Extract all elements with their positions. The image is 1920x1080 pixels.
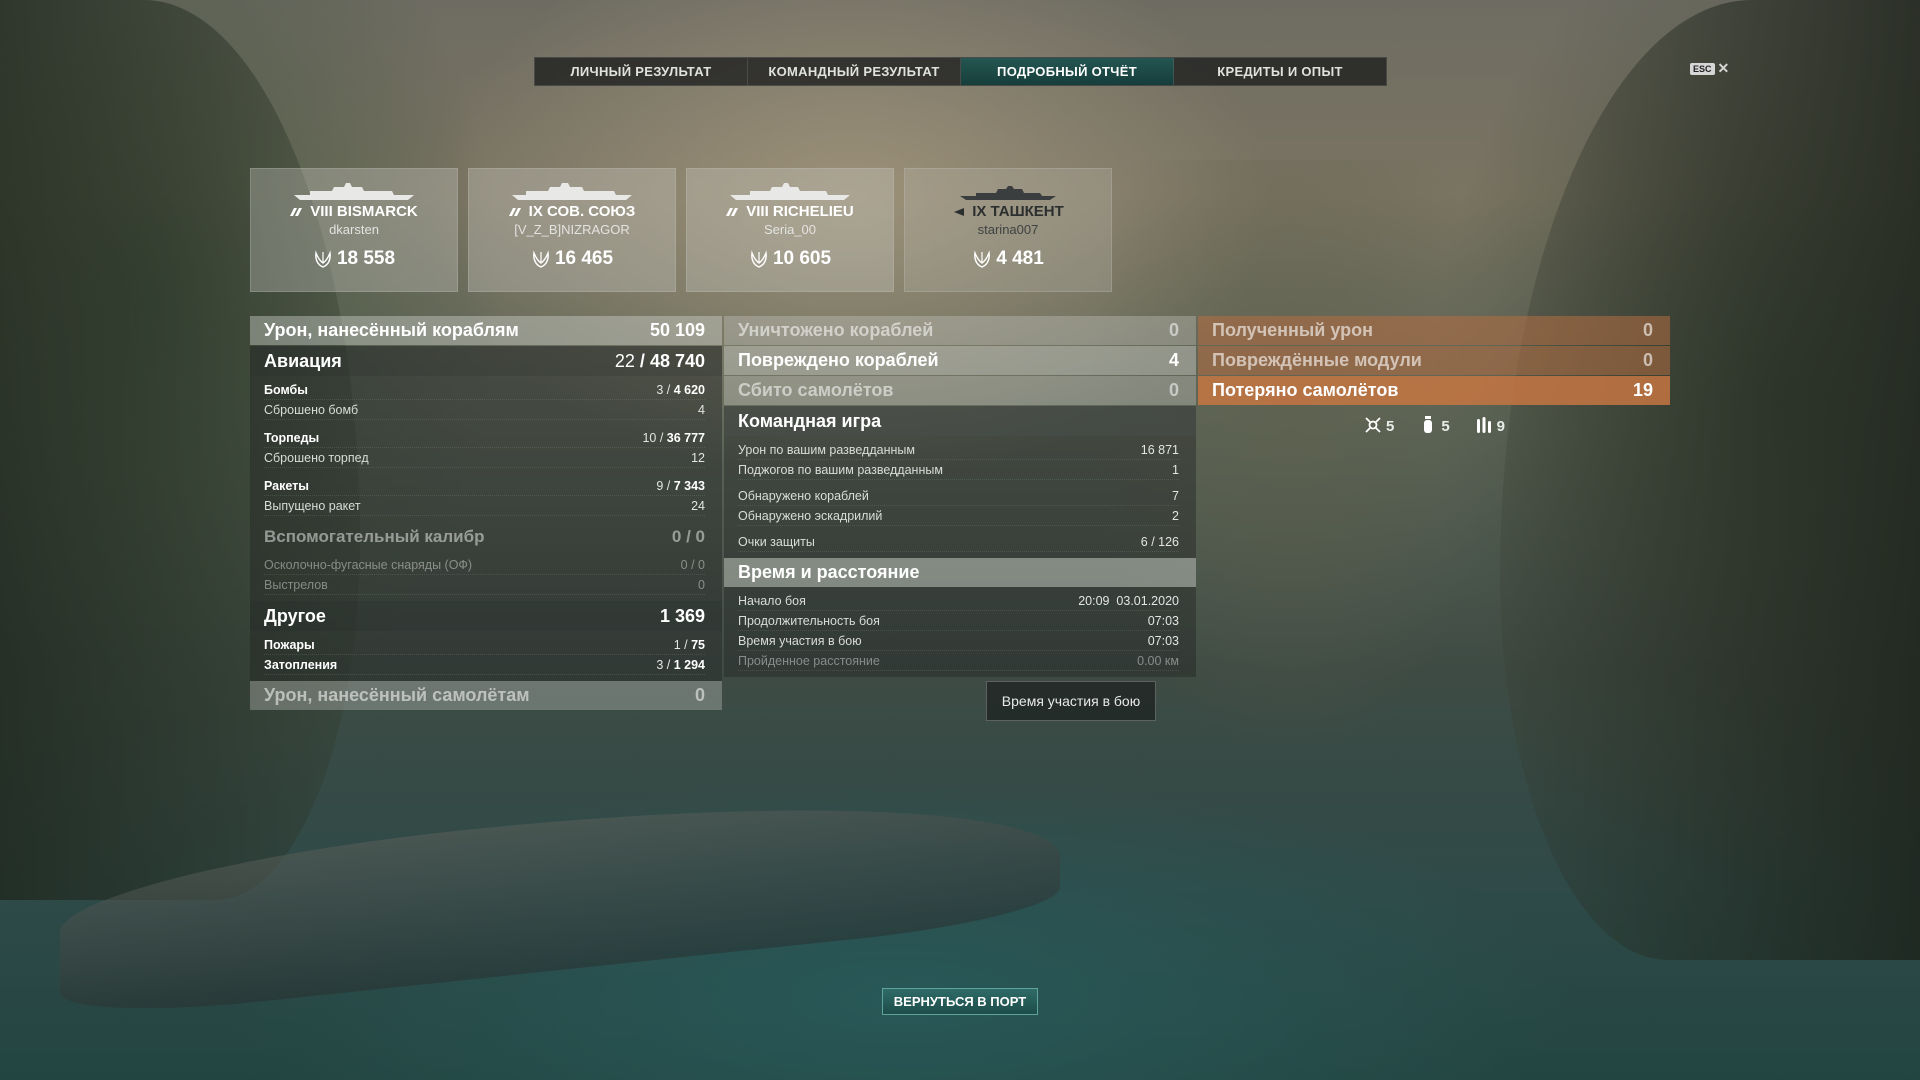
planes-shot-down-header: Сбито самолётов 0 [724,376,1196,405]
ship-score: 4 481 [996,248,1044,269]
time-distance-details: Начало боя 20:09 03.01.2020 Продолжительн… [724,587,1196,677]
results-tabs: ЛИЧНЫЙ РЕЗУЛЬТАТ КОМАНДНЫЙ РЕЗУЛЬТАТ ПОД… [534,57,1387,86]
background-ship [60,767,1060,1023]
ship-name: IX СОВ. СОЮЗ [528,203,636,220]
stat-row-bombs-dropped: Сброшено бомб 4 [264,400,705,420]
laurel-icon [533,250,549,268]
planes-lost-breakdown: 5 5 9 [1198,415,1670,435]
stat-row-spotting-damage: Урон по вашим разведданным 16 871 [738,440,1179,460]
stat-row-bombs: Бомбы 3 / 4 620 [264,380,705,400]
teamplay-header: Командная игра [724,406,1196,436]
secondary-battery-header: Вспомогательный калибр 0 / 0 [250,522,722,551]
stat-row-he-shells: Осколочно-фугасные снаряды (ОФ) 0 / 0 [264,555,705,575]
ship-card[interactable]: IX СОВ. СОЮЗ [V_Z_B]NIZRAGOR 16 465 [468,168,676,292]
torpedo-bombers-lost: 9 [1474,415,1505,435]
ship-score: 10 605 [772,248,832,269]
laurel-icon [751,250,767,268]
player-name: Seria_00 [763,222,817,237]
secondary-details: Осколочно-фугасные снаряды (ОФ) 0 / 0 Выс… [250,551,722,601]
stat-row-fires: Пожары 1 / 75 [264,635,705,655]
stat-row-floods: Затопления 3 / 1 294 [264,655,705,675]
teamplay-details: Урон по вашим разведданным 16 871 Поджого… [724,436,1196,558]
ship-silhouette-icon [294,183,414,200]
laurel-icon [974,250,991,268]
stat-row-participation-time: Время участия в бою 07:03 [738,631,1179,651]
tab-detailed-report[interactable]: ПОДРОБНЫЙ ОТЧЁТ [961,58,1174,85]
tab-credits-xp[interactable]: КРЕДИТЫ И ОПЫТ [1174,58,1386,85]
background-cliff-right [1500,0,1920,960]
stat-row-defense-points: Очки защиты 6 / 126 [738,532,1179,552]
stat-row-battle-start: Начало боя 20:09 03.01.2020 [738,591,1179,611]
bombers-lost: 5 [1418,415,1450,435]
planes-lost-header: Потеряно самолётов 19 [1198,376,1670,405]
aviation-header: Авиация 22 / 48 740 [250,346,722,376]
esc-key-badge: ESC [1690,62,1715,75]
player-name: [V_Z_B]NIZRAGOR [514,222,630,237]
ship-silhouette-icon [960,186,1056,200]
ships-damaged-header: Повреждено кораблей 4 [724,346,1196,375]
stat-row-spotted-ships: Обнаружено кораблей 7 [738,486,1179,506]
battleship-class-icon [726,207,739,216]
stat-row-shots: Выстрелов 0 [264,575,705,595]
time-distance-header: Время и расстояние [724,558,1196,587]
participation-time-tooltip: Время участия в бою [986,681,1156,721]
torpedo-icon [1476,417,1491,433]
ship-score: 16 465 [554,248,614,269]
ships-destroyed-header: Уничтожено кораблей 0 [724,316,1196,345]
ship-name: VIII RICHELIEU [746,203,854,220]
return-to-port-button[interactable]: ВЕРНУТЬСЯ В ПОРТ [882,988,1038,1015]
aviation-details: Бомбы 3 / 4 620 Сброшено бомб 4 Торпеды 10 … [250,376,722,522]
damage-to-ships-header: Урон, нанесённый кораблям 50 109 [250,316,722,345]
close-button[interactable]: ESC ✕ [1690,60,1729,77]
ship-card[interactable]: VIII RICHELIEU Seria_00 10 605 [686,168,894,292]
stat-row-distance: Пройденное расстояние 0.00 км [738,651,1179,671]
ship-silhouette-icon [730,183,850,200]
tab-personal-result[interactable]: ЛИЧНЫЙ РЕЗУЛЬТАТ [535,58,748,85]
ship-silhouette-icon [512,183,632,200]
stat-row-torpedoes: Торпеды 10 / 36 777 [264,428,705,448]
ship-card[interactable]: VIII BISMARCK dkarsten 18 558 [250,168,458,292]
stat-row-rockets: Ракеты 9 / 7 343 [264,476,705,496]
stat-row-rockets-fired: Выпущено ракет 24 [264,496,705,516]
damage-received-header: Полученный урон 0 [1198,316,1670,345]
other-details: Пожары 1 / 75 Затопления 3 / 1 294 [250,631,722,681]
destroyer-class-icon [954,207,965,216]
damage-to-planes-header: Урон, нанесённый самолётам 0 [250,681,722,710]
close-icon: ✕ [1717,60,1730,76]
results-column: Уничтожено кораблей 0 Повреждено кораблей… [724,316,1196,677]
tab-team-result[interactable]: КОМАНДНЫЙ РЕЗУЛЬТАТ [748,58,961,85]
ship-score: 18 558 [336,248,396,269]
ship-name: VIII BISMARCK [310,203,418,220]
battleship-class-icon [508,207,521,216]
received-column: Полученный урон 0 Повреждённые модули 0 По… [1198,316,1670,435]
player-name: starina007 [977,222,1039,237]
stat-row-battle-duration: Продолжительность боя 07:03 [738,611,1179,631]
ship-name: IX ТАШКЕНТ [972,203,1064,220]
ship-cards: VIII BISMARCK dkarsten 18 558 IX СОВ. СО… [250,168,1112,292]
fighters-lost: 5 [1363,415,1394,435]
battleship-class-icon [290,207,303,216]
stat-row-spotting-fires: Поджогов по вашим разведданным 1 [738,460,1179,480]
damage-column: Урон, нанесённый кораблям 50 109 Авиация 2… [250,316,722,710]
damaged-modules-header: Повреждённые модули 0 [1198,346,1670,375]
fighter-icon [1365,417,1381,433]
ship-card-destroyed[interactable]: IX ТАШКЕНТ starina007 4 481 [904,168,1112,292]
other-header: Другое 1 369 [250,601,722,631]
bomb-icon [1424,416,1433,433]
stat-row-torpedoes-dropped: Сброшено торпед 12 [264,448,705,468]
laurel-icon [315,250,331,268]
player-name: dkarsten [329,222,379,237]
stat-row-spotted-squadrons: Обнаружено эскадрилий 2 [738,506,1179,526]
